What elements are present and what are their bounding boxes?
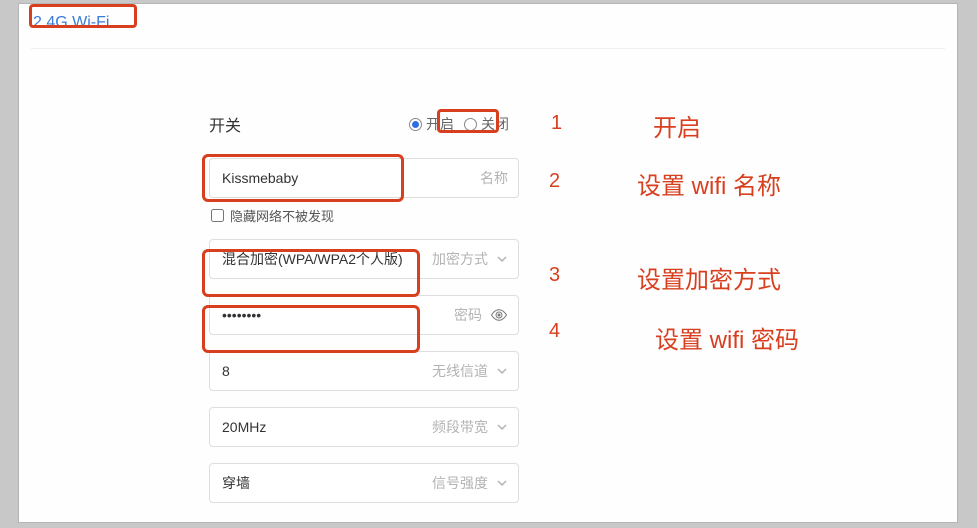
annotation-number-2: 2 bbox=[549, 170, 560, 193]
eye-icon[interactable] bbox=[490, 306, 508, 324]
encryption-value: 混合加密(WPA/WPA2个人版) bbox=[222, 249, 424, 269]
tab-bar: 2.4G Wi-Fi bbox=[19, 4, 957, 48]
chevron-down-icon bbox=[496, 477, 508, 489]
wifi-form: 开关 开启 关闭 名称 隐藏网络不被发现 混合加密(WPA/WPA2个人版) 加… bbox=[209, 112, 519, 519]
switch-row: 开关 开启 关闭 bbox=[209, 112, 519, 136]
chevron-down-icon bbox=[496, 421, 508, 433]
hide-network-row[interactable]: 隐藏网络不被发现 bbox=[211, 206, 519, 225]
radio-on[interactable] bbox=[409, 118, 422, 131]
annotation-text-1: 开启 bbox=[653, 108, 701, 143]
annotation-text-4: 设置 wifi 密码 bbox=[655, 320, 799, 355]
password-field[interactable]: 密码 bbox=[209, 295, 519, 335]
annotation-number-1: 1 bbox=[551, 112, 562, 135]
annotation-number-4: 4 bbox=[549, 320, 560, 343]
radio-off[interactable] bbox=[464, 118, 477, 131]
signal-field[interactable]: 穿墙 信号强度 bbox=[209, 463, 519, 503]
bandwidth-field[interactable]: 20MHz 频段带宽 bbox=[209, 407, 519, 447]
hide-network-checkbox[interactable] bbox=[211, 209, 224, 222]
page-frame: 2.4G Wi-Fi 开关 开启 关闭 名称 隐藏网络不被发现 混合加密(WPA… bbox=[18, 3, 958, 523]
channel-value: 8 bbox=[222, 363, 424, 379]
annotation-number-3: 3 bbox=[549, 264, 560, 287]
annotation-text-3: 设置加密方式 bbox=[637, 260, 781, 295]
chevron-down-icon bbox=[496, 253, 508, 265]
password-input[interactable] bbox=[222, 307, 446, 323]
switch-label: 开关 bbox=[209, 112, 241, 136]
signal-caption: 信号强度 bbox=[432, 473, 488, 493]
ssid-input[interactable] bbox=[222, 170, 472, 186]
radio-on-label: 开启 bbox=[426, 114, 454, 134]
encryption-field[interactable]: 混合加密(WPA/WPA2个人版) 加密方式 bbox=[209, 239, 519, 279]
encryption-caption: 加密方式 bbox=[432, 249, 488, 269]
radio-off-label: 关闭 bbox=[481, 114, 509, 134]
channel-caption: 无线信道 bbox=[432, 361, 488, 381]
chevron-down-icon bbox=[496, 365, 508, 377]
tab-24g-wifi[interactable]: 2.4G Wi-Fi bbox=[33, 14, 109, 32]
bandwidth-caption: 频段带宽 bbox=[432, 417, 488, 437]
channel-field[interactable]: 8 无线信道 bbox=[209, 351, 519, 391]
ssid-caption: 名称 bbox=[480, 168, 508, 188]
bandwidth-value: 20MHz bbox=[222, 419, 424, 435]
annotation-text-2: 设置 wifi 名称 bbox=[637, 166, 781, 201]
tab-divider bbox=[31, 48, 945, 49]
password-caption: 密码 bbox=[454, 305, 482, 325]
signal-value: 穿墙 bbox=[222, 473, 424, 493]
ssid-field[interactable]: 名称 bbox=[209, 158, 519, 198]
hide-network-label: 隐藏网络不被发现 bbox=[230, 206, 334, 225]
